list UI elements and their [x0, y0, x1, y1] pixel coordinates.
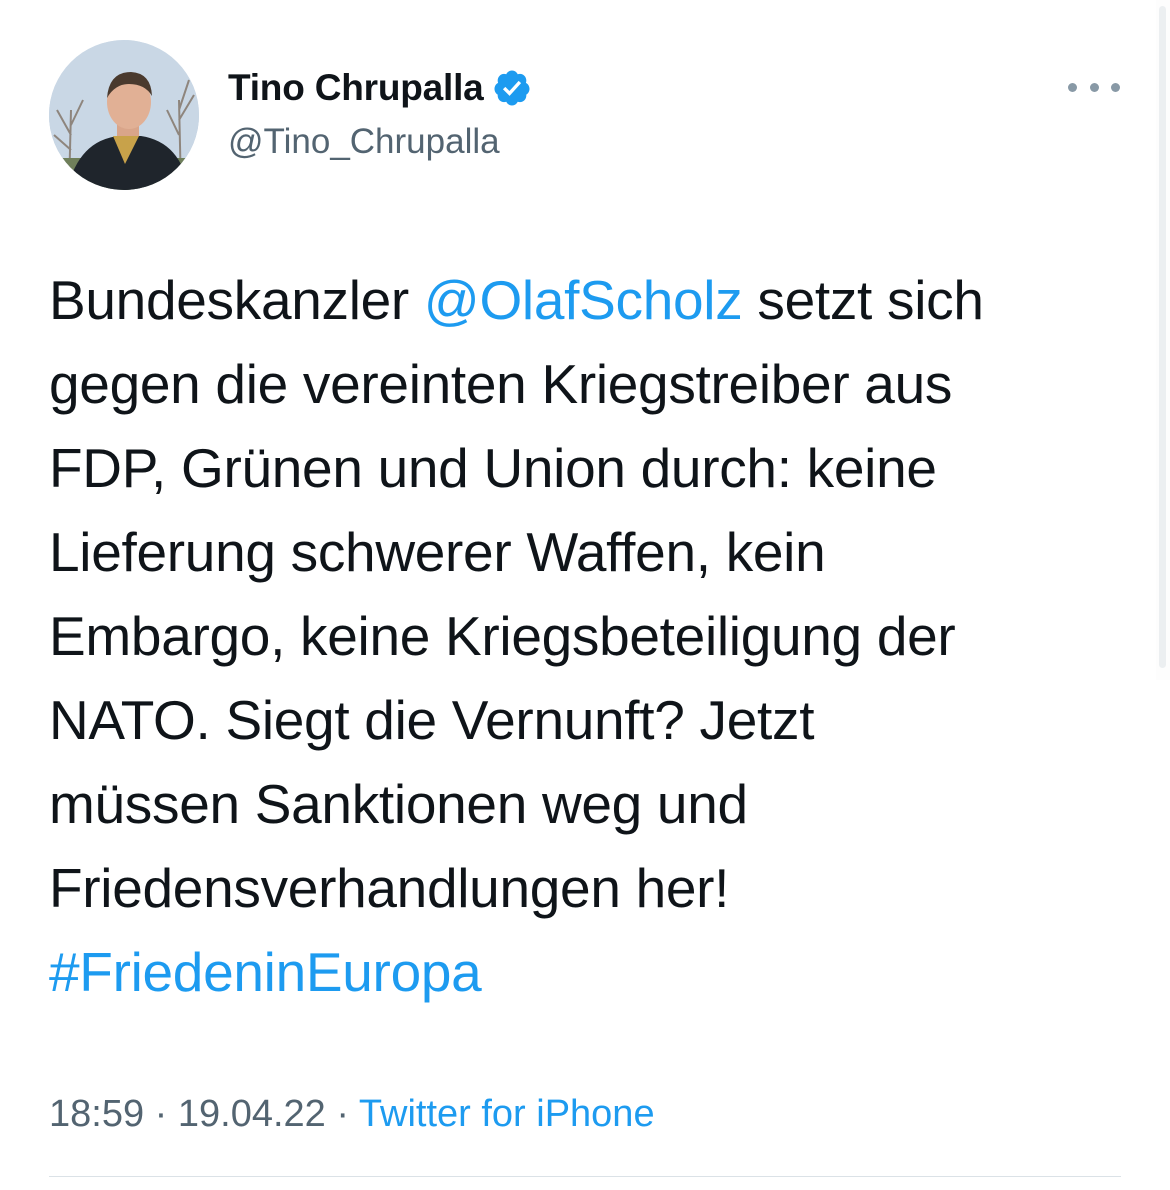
author-handle[interactable]: @Tino_Chrupalla: [228, 119, 500, 165]
tweet-text-line: NATO. Siegt die Vernunft? Jetzt: [49, 678, 1159, 762]
tweet-text: Bundeskanzler @OlafScholz setzt sich gege…: [49, 258, 1159, 1014]
more-horizontal-icon-dot: [1068, 82, 1077, 92]
avatar-photo: [49, 40, 199, 190]
tweet-text-segment: Lieferung schwerer Waffen, kein: [49, 521, 826, 583]
tweet-text-segment: gegen die vereinten Kriegstreiber aus: [49, 353, 953, 415]
display-name-text: Tino Chrupalla: [228, 67, 484, 108]
tweet-text-segment: Bundeskanzler: [49, 269, 424, 331]
tweet-text-line: Lieferung schwerer Waffen, kein: [49, 510, 1159, 594]
author-display-name[interactable]: Tino Chrupalla: [228, 64, 532, 112]
tweet-text-segment: müssen Sanktionen weg und: [49, 773, 748, 835]
tweet-text-segment: NATO. Siegt die Vernunft? Jetzt: [49, 689, 815, 751]
tweet-source-link[interactable]: Twitter for iPhone: [359, 1093, 655, 1135]
tweet-text-line: gegen die vereinten Kriegstreiber aus: [49, 342, 1159, 426]
mention-link[interactable]: @OlafScholz: [424, 269, 743, 331]
tweet-meta: 18:59 · 19.04.22 · Twitter for iPhone: [49, 1088, 655, 1140]
more-horizontal-icon-dot: [1089, 82, 1099, 92]
tweet-text-segment: Embargo, keine Kriegsbeteiligung der: [49, 605, 956, 667]
meta-separator: ·: [144, 1093, 178, 1135]
hashtag-link[interactable]: #FriedeninEuropa: [49, 941, 482, 1003]
tweet-text-segment: Friedensverhandlungen her!: [49, 857, 730, 919]
tweet-text-line: FDP, Grünen und Union durch: keine: [49, 426, 1159, 510]
tweet-text-segment: setzt sich: [742, 269, 984, 331]
scrollbar-thumb[interactable]: [1159, 6, 1166, 668]
more-horizontal-icon-dot: [1111, 82, 1120, 92]
divider: [49, 1176, 1121, 1177]
verified-badge-icon: [492, 68, 532, 108]
tweet-text-line: Bundeskanzler @OlafScholz setzt sich: [49, 258, 1159, 342]
tweet-text-line: Friedensverhandlungen her!: [49, 846, 1159, 930]
tweet-text-line: Embargo, keine Kriegsbeteiligung der: [49, 594, 1159, 678]
tweet-date[interactable]: 19.04.22: [178, 1093, 326, 1135]
tweet-text-line: #FriedeninEuropa: [49, 930, 1159, 1014]
scrollbar[interactable]: [1156, 0, 1170, 680]
more-options-button[interactable]: [1068, 72, 1120, 102]
author-avatar[interactable]: [49, 40, 199, 190]
tweet-text-line: müssen Sanktionen weg und: [49, 762, 1159, 846]
tweet-time[interactable]: 18:59: [49, 1093, 144, 1135]
meta-separator: ·: [325, 1093, 359, 1135]
tweet-text-segment: FDP, Grünen und Union durch: keine: [49, 437, 937, 499]
